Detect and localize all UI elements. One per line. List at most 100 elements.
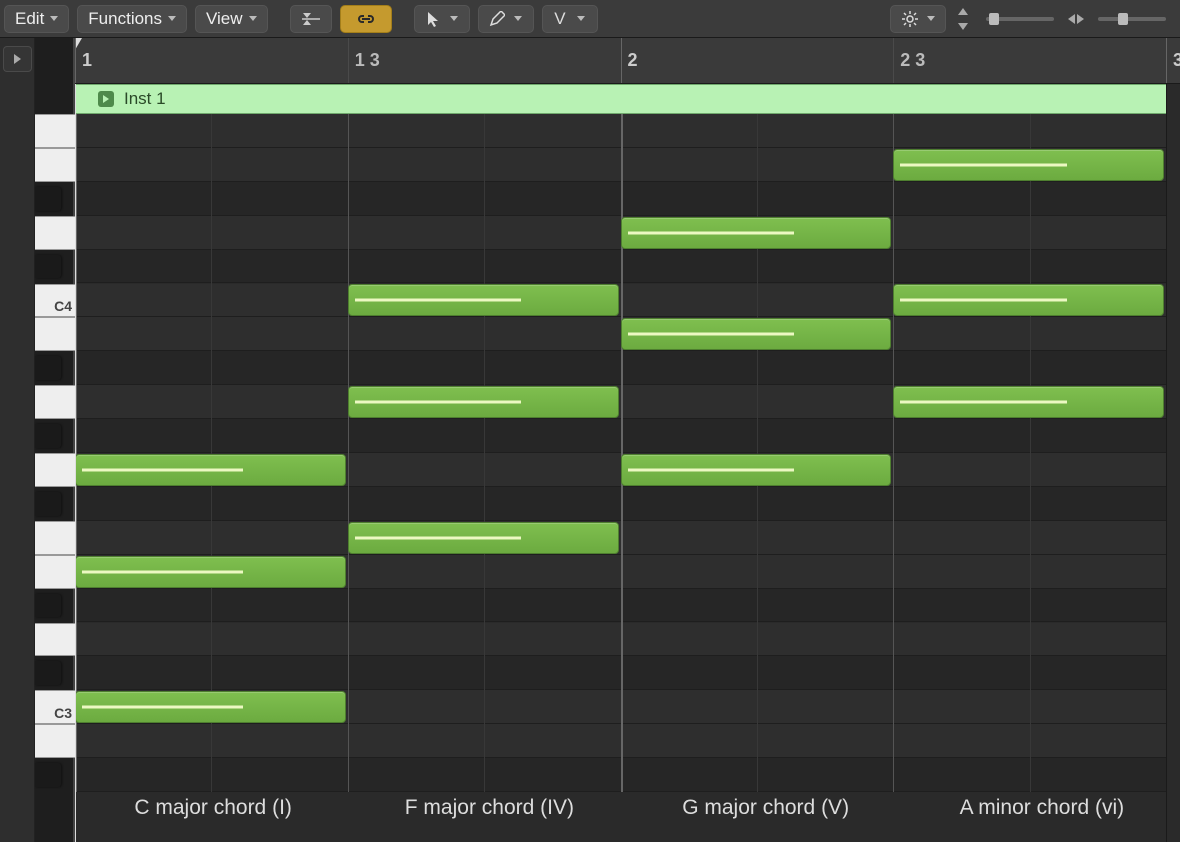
midi-note[interactable] <box>893 284 1164 316</box>
functions-menu[interactable]: Functions <box>77 5 187 33</box>
note-grid[interactable]: C major chord (I)F major chord (IV)G maj… <box>75 114 1180 842</box>
black-key[interactable] <box>35 187 61 211</box>
white-key[interactable] <box>35 114 75 148</box>
grid-row <box>75 182 1180 216</box>
grid-row <box>75 351 1180 385</box>
midi-note[interactable] <box>893 149 1164 181</box>
chord-label: F major chord (IV) <box>351 796 627 834</box>
midi-note[interactable] <box>893 386 1164 418</box>
black-key[interactable] <box>35 424 61 448</box>
velocity-bar <box>628 468 795 471</box>
settings-button[interactable] <box>890 5 946 33</box>
sidebar-toggle-button[interactable] <box>3 46 32 72</box>
midi-note[interactable] <box>621 217 892 249</box>
timeline-ruler[interactable]: 11 322 33 <box>75 38 1180 84</box>
chord-label: C major chord (I) <box>75 796 351 834</box>
grid-row <box>75 487 1180 521</box>
white-key[interactable]: C4 <box>35 284 75 318</box>
horizontal-zoom-arrows[interactable] <box>1068 14 1084 24</box>
white-key[interactable] <box>35 385 75 419</box>
slider-thumb[interactable] <box>1118 13 1128 25</box>
grid-line <box>484 114 485 792</box>
region-play-icon <box>98 91 114 107</box>
midi-note[interactable] <box>348 386 619 418</box>
chevron-down-icon <box>450 16 458 21</box>
vertical-zoom-arrows[interactable] <box>954 8 972 30</box>
grid-line <box>893 114 894 792</box>
white-key[interactable] <box>35 623 75 657</box>
slider-thumb[interactable] <box>989 13 999 25</box>
velocity-tool-button[interactable]: V <box>542 5 598 33</box>
velocity-bar <box>82 706 243 709</box>
edit-menu[interactable]: Edit <box>4 5 69 33</box>
velocity-bar <box>900 299 1067 302</box>
black-key[interactable] <box>35 356 61 380</box>
white-key[interactable] <box>35 148 75 182</box>
midi-note[interactable] <box>621 454 892 486</box>
chord-labels: C major chord (I)F major chord (IV)G maj… <box>75 796 1180 834</box>
horizontal-zoom-slider[interactable] <box>1098 17 1166 21</box>
velocity-bar <box>900 163 1067 166</box>
midi-note[interactable] <box>75 556 346 588</box>
white-key[interactable]: C3 <box>35 690 75 724</box>
velocity-bar <box>355 536 522 539</box>
black-key[interactable] <box>35 661 61 685</box>
grid-row <box>75 114 1180 148</box>
velocity-bar <box>355 299 522 302</box>
midi-note[interactable] <box>621 318 892 350</box>
velocity-bar <box>628 333 795 336</box>
grid-row <box>75 589 1180 623</box>
black-key[interactable] <box>35 594 61 618</box>
white-key[interactable] <box>35 453 75 487</box>
collapse-gaps-button[interactable] <box>290 5 332 33</box>
toolbar: Edit Functions View V <box>0 0 1180 38</box>
white-key[interactable] <box>35 555 75 589</box>
arrow-left-icon <box>1068 14 1075 24</box>
arrow-right-icon <box>1077 14 1084 24</box>
pencil-icon <box>489 11 505 27</box>
view-menu[interactable]: View <box>195 5 268 33</box>
link-button[interactable] <box>340 5 392 33</box>
midi-note[interactable] <box>75 454 346 486</box>
black-key[interactable] <box>35 492 61 516</box>
region-header[interactable]: Inst 1 <box>75 84 1180 114</box>
white-key[interactable] <box>35 724 75 758</box>
pointer-tool-button[interactable] <box>414 5 470 33</box>
pencil-tool-button[interactable] <box>478 5 534 33</box>
grid-line <box>621 114 623 792</box>
key-label: C4 <box>54 298 72 314</box>
ruler-subdivision: 2 3 <box>893 38 925 83</box>
black-key[interactable] <box>35 255 61 279</box>
grid-row <box>75 250 1180 284</box>
white-key[interactable] <box>35 317 75 351</box>
arrow-up-icon <box>958 8 968 15</box>
zoom-controls <box>954 8 1176 30</box>
vertical-scrollbar[interactable] <box>1166 84 1180 842</box>
white-key[interactable] <box>35 216 75 250</box>
black-key[interactable] <box>35 763 61 787</box>
gear-icon <box>902 11 918 27</box>
grid-line <box>348 114 349 792</box>
white-key[interactable] <box>35 521 75 555</box>
midi-note[interactable] <box>75 691 346 723</box>
triangle-right-icon <box>14 54 21 64</box>
piano-keyboard[interactable]: C4 C3 <box>35 38 75 842</box>
midi-note[interactable] <box>348 284 619 316</box>
chevron-down-icon <box>577 16 585 21</box>
piano-roll[interactable]: 11 322 33 Inst 1 C major chord (I)F majo… <box>75 38 1180 842</box>
ruler-bar: 1 <box>75 38 92 83</box>
grid-row <box>75 623 1180 657</box>
playhead-line <box>75 84 76 842</box>
velocity-bar <box>900 401 1067 404</box>
grid-row <box>75 656 1180 690</box>
grid-row <box>75 521 1180 555</box>
vertical-zoom-slider[interactable] <box>986 17 1054 21</box>
chevron-down-icon <box>168 16 176 21</box>
midi-note[interactable] <box>348 522 619 554</box>
velocity-bar <box>82 570 243 573</box>
main-area: C4C3 11 322 33 Inst 1 C major chord (I)F… <box>0 38 1180 842</box>
ruler-bar: 2 <box>621 38 638 83</box>
view-menu-label: View <box>206 9 243 29</box>
arrow-down-icon <box>958 23 968 30</box>
grid-line <box>1030 114 1031 792</box>
